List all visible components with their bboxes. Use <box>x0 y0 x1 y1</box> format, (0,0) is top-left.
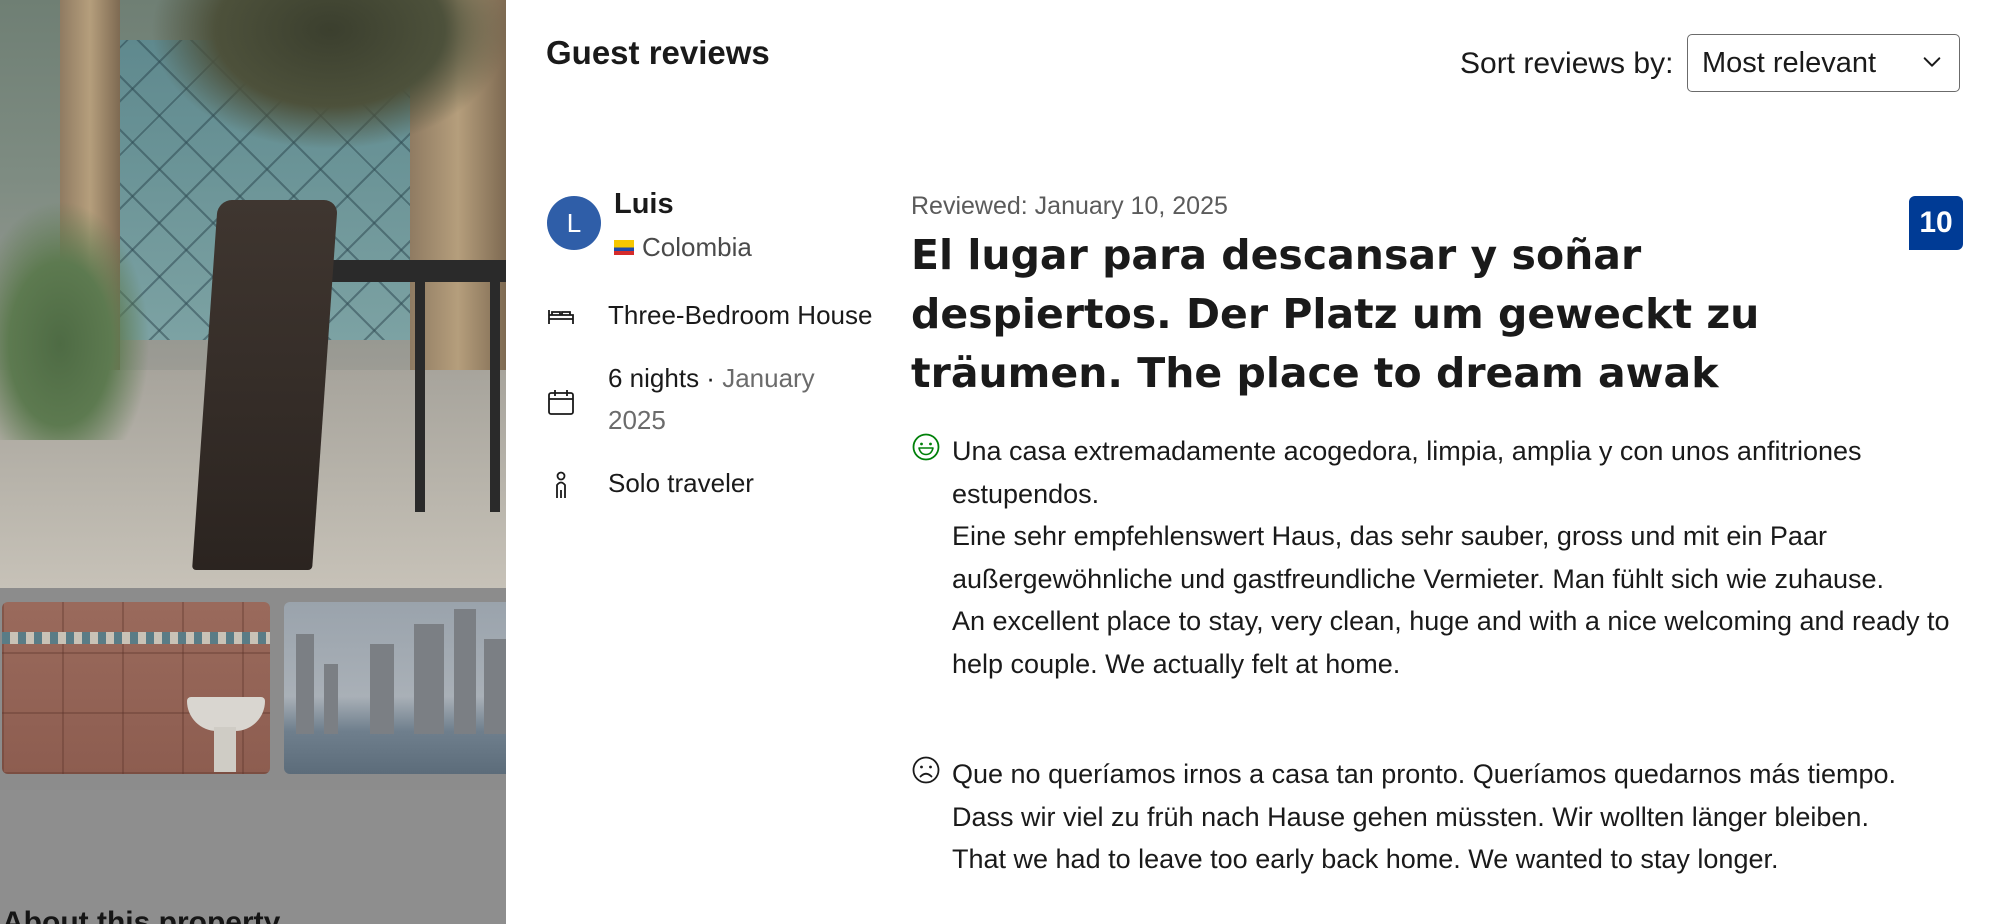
review-headline: El lugar para descansar y soñar despiert… <box>911 231 1760 397</box>
reviewer-name: Luis <box>614 188 674 220</box>
photo-plant <box>0 200 150 440</box>
panel-title: Guest reviews <box>546 34 770 71</box>
reviewer-country: Colombia <box>614 232 752 263</box>
guest-reviews-panel: Guest reviews Sort reviews by: Most rele… <box>506 0 2000 924</box>
sink-pedestal <box>214 727 236 772</box>
building <box>454 609 476 734</box>
traveler-type: Solo traveler <box>608 468 754 498</box>
stay-length: 6 nights · January 2025 <box>608 357 815 441</box>
sort-label: Sort reviews by: <box>1460 47 1674 80</box>
building <box>370 644 394 734</box>
photo-tree <box>150 0 506 150</box>
thumbnail-bathroom[interactable] <box>2 602 270 774</box>
building <box>296 634 314 734</box>
photo-gallery-backdrop: About this property <box>0 0 506 924</box>
room-type-row: Three-Bedroom House <box>546 300 872 332</box>
photo-table-leg <box>490 282 500 512</box>
person-icon <box>556 471 566 498</box>
building <box>324 664 338 734</box>
tile-band <box>2 632 270 644</box>
stay-month: January <box>722 363 815 393</box>
traveler-type-row: Solo traveler <box>546 468 754 500</box>
calendar-icon <box>548 390 574 415</box>
colombia-flag-icon <box>614 240 634 255</box>
review-date: Reviewed: January 10, 2025 <box>911 192 1228 220</box>
avatar: L <box>547 196 601 250</box>
review-liked-text: Una casa extremadamente acogedora, limpi… <box>952 436 1950 679</box>
building <box>484 639 506 734</box>
photo-table-leg <box>415 282 425 512</box>
chevron-down-icon <box>1923 57 1941 67</box>
review-score-badge: 10 <box>1909 196 1963 250</box>
page-background <box>0 790 506 924</box>
reviewer-country-label: Colombia <box>642 232 752 262</box>
room-type: Three-Bedroom House <box>608 300 873 330</box>
stay-nights: 6 nights · <box>608 363 715 393</box>
review-disliked-text: Que no queríamos irnos a casa tan pronto… <box>952 759 1897 874</box>
about-property-heading: About this property <box>2 906 281 924</box>
sort-select[interactable]: Most relevant <box>1687 34 1960 92</box>
smiley-face-icon <box>912 433 940 461</box>
stay-year: 2025 <box>608 405 666 435</box>
sad-face-icon <box>912 756 940 784</box>
stay-length-row: 6 nights · January 2025 <box>546 363 815 435</box>
building <box>414 624 444 734</box>
thumbnail-skyline[interactable] <box>284 602 506 774</box>
sort-selected-value: Most relevant <box>1702 46 1877 79</box>
sink <box>187 697 265 731</box>
bed-icon <box>548 310 574 324</box>
main-property-photo[interactable] <box>0 0 506 588</box>
